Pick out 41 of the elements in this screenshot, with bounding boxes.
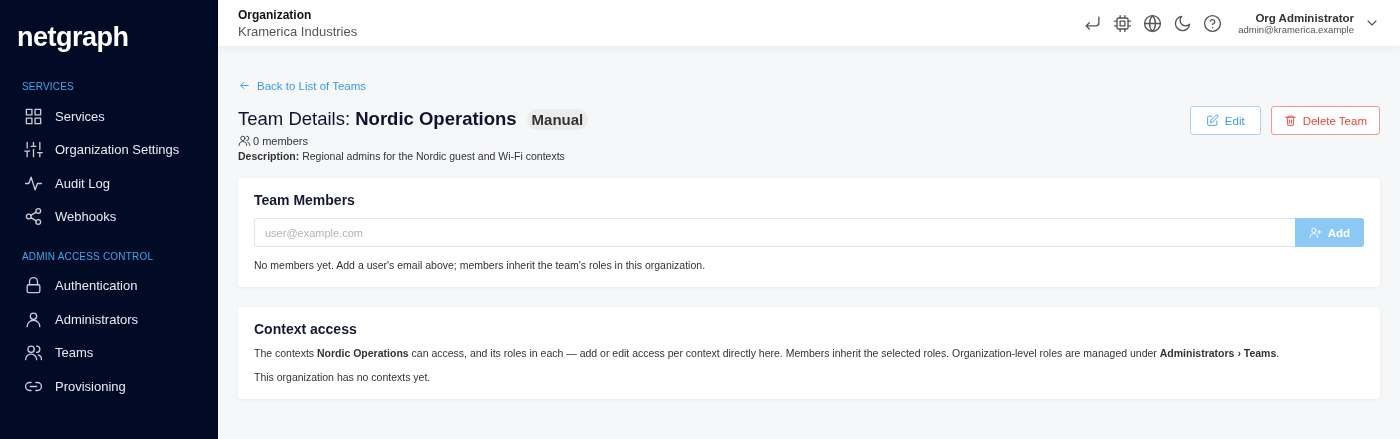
empty-contexts-text: This organization has no contexts yet. — [254, 371, 431, 383]
page-title: Team Details: Nordic Operations — [238, 108, 517, 130]
sidebar-item[interactable]: Administrators — [14, 307, 149, 332]
user-email: admin@kramerica.example — [1238, 23, 1354, 35]
sidebar-item[interactable]: Webhooks — [14, 204, 127, 229]
users-icon — [238, 134, 251, 147]
email-input-field[interactable]: user@example.com — [254, 218, 1295, 247]
card-title: Context access — [254, 321, 357, 337]
section-heading: SERVICES — [22, 81, 74, 92]
chip-icon[interactable] — [1113, 13, 1133, 33]
context-description: The contexts Nordic Operations can access, and its roles in each — add or edit access per context directly here. Members inherit the selected roles. Organization-level roles are managed under Administrators › Teams. — [254, 347, 1280, 359]
org-name: Kramerica Industries — [238, 23, 358, 39]
user-name: Org Administrator — [1255, 11, 1354, 24]
lock-icon — [24, 276, 43, 296]
members-count: 0 members — [253, 134, 309, 147]
delete-team-button[interactable]: Delete Team — [1270, 106, 1380, 135]
sidebar-item[interactable]: Audit Log — [14, 171, 120, 196]
edit-icon — [1205, 114, 1219, 127]
add-user-icon — [1308, 226, 1322, 239]
moon-icon[interactable] — [1173, 13, 1193, 33]
org-label: Organization — [238, 7, 312, 22]
sliders-icon — [24, 140, 43, 160]
sidebar-item[interactable]: Provisioning — [14, 374, 136, 399]
trash-icon — [1283, 114, 1297, 127]
arrow-left-icon — [238, 79, 251, 92]
manual-badge: Manual — [526, 108, 589, 130]
team-description: Description: Regional admins for the Nordic guest and Wi-Fi contexts — [238, 150, 565, 162]
grid-icon — [24, 106, 43, 126]
globe-icon[interactable] — [1143, 13, 1163, 33]
sidebar-item[interactable]: Teams — [14, 340, 104, 365]
users-icon — [24, 343, 43, 363]
share-icon — [24, 207, 43, 227]
help-icon[interactable] — [1203, 13, 1223, 33]
sidebar-item[interactable]: Authentication — [14, 273, 148, 298]
card-title: Team Members — [254, 192, 355, 208]
sidebar-item[interactable]: Services — [14, 104, 115, 128]
logo-wordmark: netgraph — [17, 22, 129, 53]
empty-members-text: No members yet. Add a user's email above; members inherit the team's roles in this organization. — [254, 259, 706, 271]
section-heading: ADMIN ACCESS CONTROL — [22, 250, 154, 262]
user-icon — [24, 309, 43, 329]
sidebar-item[interactable]: Organization Settings — [14, 137, 190, 162]
